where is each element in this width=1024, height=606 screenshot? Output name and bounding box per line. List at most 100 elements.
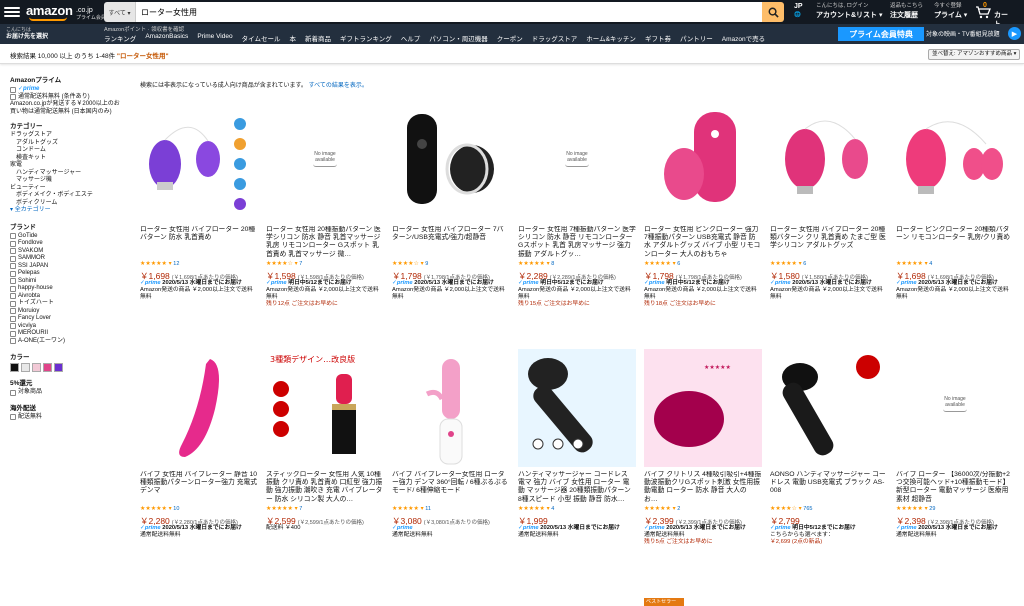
category-link[interactable]: マッサージ機 <box>10 177 122 185</box>
brand-checkbox[interactable]: happy-house <box>10 285 122 293</box>
search-input[interactable] <box>136 2 762 22</box>
star-rating[interactable]: ★★★★★ ▾ 6 <box>644 260 762 268</box>
sort-select[interactable]: 並べ替え: アマゾンおすすめ商品 ▾ <box>928 49 1020 60</box>
product-card[interactable]: ローター 女性用 バイブローター 20種類バターン クリ 乳首責め たまご型 医… <box>768 104 894 349</box>
star-rating[interactable]: ★★★★★ ▾ 2 <box>644 505 762 513</box>
star-rating[interactable]: ★★★★★ ▾ 29 <box>896 505 1014 513</box>
search-button[interactable] <box>762 2 784 22</box>
brand-checkbox[interactable]: SSI JAPAN <box>10 263 122 271</box>
category-link[interactable]: 検査キット <box>10 155 122 163</box>
review-count[interactable]: 4 <box>551 506 554 512</box>
show-all-results-link[interactable]: すべての結果を表示。 <box>309 83 368 89</box>
review-count[interactable]: 4 <box>929 261 932 267</box>
nav-link[interactable]: パソコン・周辺機器 <box>429 33 488 43</box>
brand-checkbox[interactable]: Fancy Lover <box>10 315 122 323</box>
star-rating[interactable]: ★★★★★ ▾ 7 <box>266 505 384 513</box>
product-image[interactable] <box>896 104 1014 222</box>
product-title-link[interactable]: ローター 女性用 7種振動パターン 医学シリコン 防水 静音 リモコンローター … <box>518 226 636 259</box>
category-link[interactable]: ビューティー <box>10 185 122 193</box>
product-image[interactable]: 3種類デザイン…改良版 <box>266 349 384 467</box>
prime-filter-checkbox[interactable]: ✓prime <box>10 86 122 94</box>
category-link[interactable]: ボディクリーム <box>10 200 122 208</box>
review-count[interactable]: 7 <box>299 261 302 267</box>
nav-link[interactable]: ギフトランキング <box>340 33 392 43</box>
brand-checkbox[interactable]: Sohimi <box>10 278 122 286</box>
nav-link[interactable]: 本 <box>289 33 296 43</box>
nav-link[interactable]: ホーム&キッチン <box>586 33 636 43</box>
category-link[interactable]: コンドーム <box>10 147 122 155</box>
nav-link[interactable]: AmazonBasics <box>145 33 188 43</box>
category-link[interactable]: ハンディマッサージャー <box>10 170 122 178</box>
nav-link[interactable]: Amazonで売る <box>722 33 765 43</box>
product-image[interactable]: No image available <box>518 104 636 222</box>
product-image[interactable]: No image available <box>266 104 384 222</box>
star-rating[interactable]: ★★★★★ ▾ 8 <box>518 260 636 268</box>
color-swatch[interactable] <box>43 363 52 372</box>
brand-checkbox[interactable]: GoTide <box>10 233 122 241</box>
free-shipping-checkbox[interactable]: 通常配送料無料 (条件あり) <box>10 94 122 102</box>
orders-link[interactable]: 返品もこちら 注文履歴 <box>890 2 923 20</box>
nav-link[interactable]: タイムセール <box>242 33 281 43</box>
product-title-link[interactable]: ローター 女性用 ピンクローター 強力 7種振動パターン USB充電式 静音 防… <box>644 226 762 259</box>
nav-link[interactable]: ヘルプ <box>401 33 421 43</box>
review-count[interactable]: 765 <box>803 506 812 512</box>
review-count[interactable]: 12 <box>173 261 179 267</box>
amazon-logo[interactable]: amazon .co.jp プライム会員 <box>26 2 106 22</box>
star-rating[interactable]: ★★★★★ ▾ 10 <box>140 505 258 513</box>
nav-link[interactable]: クーポン <box>497 33 523 43</box>
product-image[interactable]: ★★★★★ <box>644 349 762 467</box>
product-title-link[interactable]: スティックローター 女性用 人気 10種振動 クリ責め 乳首責め 口紅型 強力振… <box>266 471 384 504</box>
nav-link[interactable]: ドラッグストア <box>532 33 578 43</box>
nav-link[interactable]: ランキング <box>104 33 136 43</box>
brand-checkbox[interactable]: SAMMOR <box>10 255 122 263</box>
search-category-select[interactable]: すべて ▾ <box>104 2 136 22</box>
product-title-link[interactable]: ローター 女性用 バイブローター 20種バターン 防水 乳首責め <box>140 226 258 259</box>
product-image[interactable] <box>770 104 888 222</box>
product-title-link[interactable]: バイブ バイブレーター女性用 ローター強力 デンマ 360°回転 / 6種ぶるぶ… <box>392 471 510 504</box>
color-swatch[interactable] <box>54 363 63 372</box>
review-count[interactable]: 7 <box>299 506 302 512</box>
product-title-link[interactable]: バイブ 女性用 バイブレーター 静音 10種類振動パターンローター強力 充電式 … <box>140 471 258 504</box>
brand-checkbox[interactable]: vicviya <box>10 323 122 331</box>
review-count[interactable]: 8 <box>551 261 554 267</box>
product-title-link[interactable]: ローター ピンクローター 20種類パターン リモコンローター 乳房/クリ責め <box>896 226 1014 259</box>
star-rating[interactable]: ★★★★☆ ▾ 7 <box>266 260 384 268</box>
star-rating[interactable]: ★★★★☆ ▾ 9 <box>392 260 510 268</box>
review-count[interactable]: 10 <box>173 506 179 512</box>
product-image[interactable] <box>140 349 258 467</box>
product-card[interactable]: バイブ バイブレーター女性用 ローター強力 デンマ 360°回転 / 6種ぶるぶ… <box>390 349 516 594</box>
product-card[interactable]: No image available ローター 女性用 20種振動パターン 医学シリ… <box>264 104 390 349</box>
account-menu[interactable]: こんにちは, ログイン アカウント&リスト ▾ <box>816 2 883 20</box>
product-image[interactable]: No image available <box>896 349 1014 467</box>
category-link[interactable]: ドラッグストア <box>10 132 122 140</box>
brand-checkbox[interactable]: SVAKOM <box>10 248 122 256</box>
product-card[interactable]: ローター 女性用 バイブローター 7パターン/USB充電式/強力/超静音 ★★★★… <box>390 104 516 349</box>
product-card[interactable]: ★★★★★ バイブ クリトリス 4種吸引吸引+4種振動波振動クリGスポット刺激 女… <box>642 349 768 594</box>
category-link[interactable]: アダルトグッズ <box>10 140 122 148</box>
color-swatch[interactable] <box>10 363 19 372</box>
brand-checkbox[interactable]: A-ONE(エーワン) <box>10 338 122 346</box>
prime-benefits-banner[interactable]: プライム会員特典 <box>838 27 924 41</box>
review-count[interactable]: 6 <box>803 261 806 267</box>
delivery-location[interactable]: こんにちは お届け先を選択 <box>0 27 68 41</box>
review-count[interactable]: 6 <box>677 261 680 267</box>
brand-checkbox[interactable]: MEROURII <box>10 330 122 338</box>
star-rating[interactable]: ★★★★★ ▾ 11 <box>392 505 510 513</box>
review-count[interactable]: 9 <box>425 261 428 267</box>
star-rating[interactable]: ★★★★★ ▾ 4 <box>896 260 1014 268</box>
product-title-link[interactable]: バイブ クリトリス 4種吸引吸引+4種振動波振動クリGスポット刺激 女性用振動電… <box>644 471 762 504</box>
product-card[interactable]: ローター 女性用 バイブローター 20種バターン 防水 乳首責め ★★★★★ ▾ … <box>138 104 264 349</box>
nav-link[interactable]: ギフト券 <box>645 33 671 43</box>
brand-checkbox[interactable]: Aivrobta <box>10 293 122 301</box>
product-card[interactable]: ハンディマッサージャー コードレス 電マ 強力 バイブ 女性用 ローター 電動 … <box>516 349 642 594</box>
product-title-link[interactable]: ハンディマッサージャー コードレス 電マ 強力 バイブ 女性用 ローター 電動 … <box>518 471 636 504</box>
nav-link[interactable]: 新着商品 <box>305 33 331 43</box>
product-image[interactable] <box>392 104 510 222</box>
language-selector[interactable]: JP 🌐 <box>794 2 803 20</box>
product-card[interactable]: 3種類デザイン…改良版スティックローター 女性用 人気 10種振動 クリ責め 乳… <box>264 349 390 594</box>
star-rating[interactable]: ★★★★☆ ▾ 765 <box>770 505 888 513</box>
star-rating[interactable]: ★★★★★ ▾ 6 <box>770 260 888 268</box>
review-count[interactable]: 11 <box>425 506 431 512</box>
points-notice[interactable]: Amazonポイント · 領収書を確認 <box>104 25 184 33</box>
product-card[interactable]: No image available バイブ ローター 【36000次/分振動+2つ… <box>894 349 1020 594</box>
